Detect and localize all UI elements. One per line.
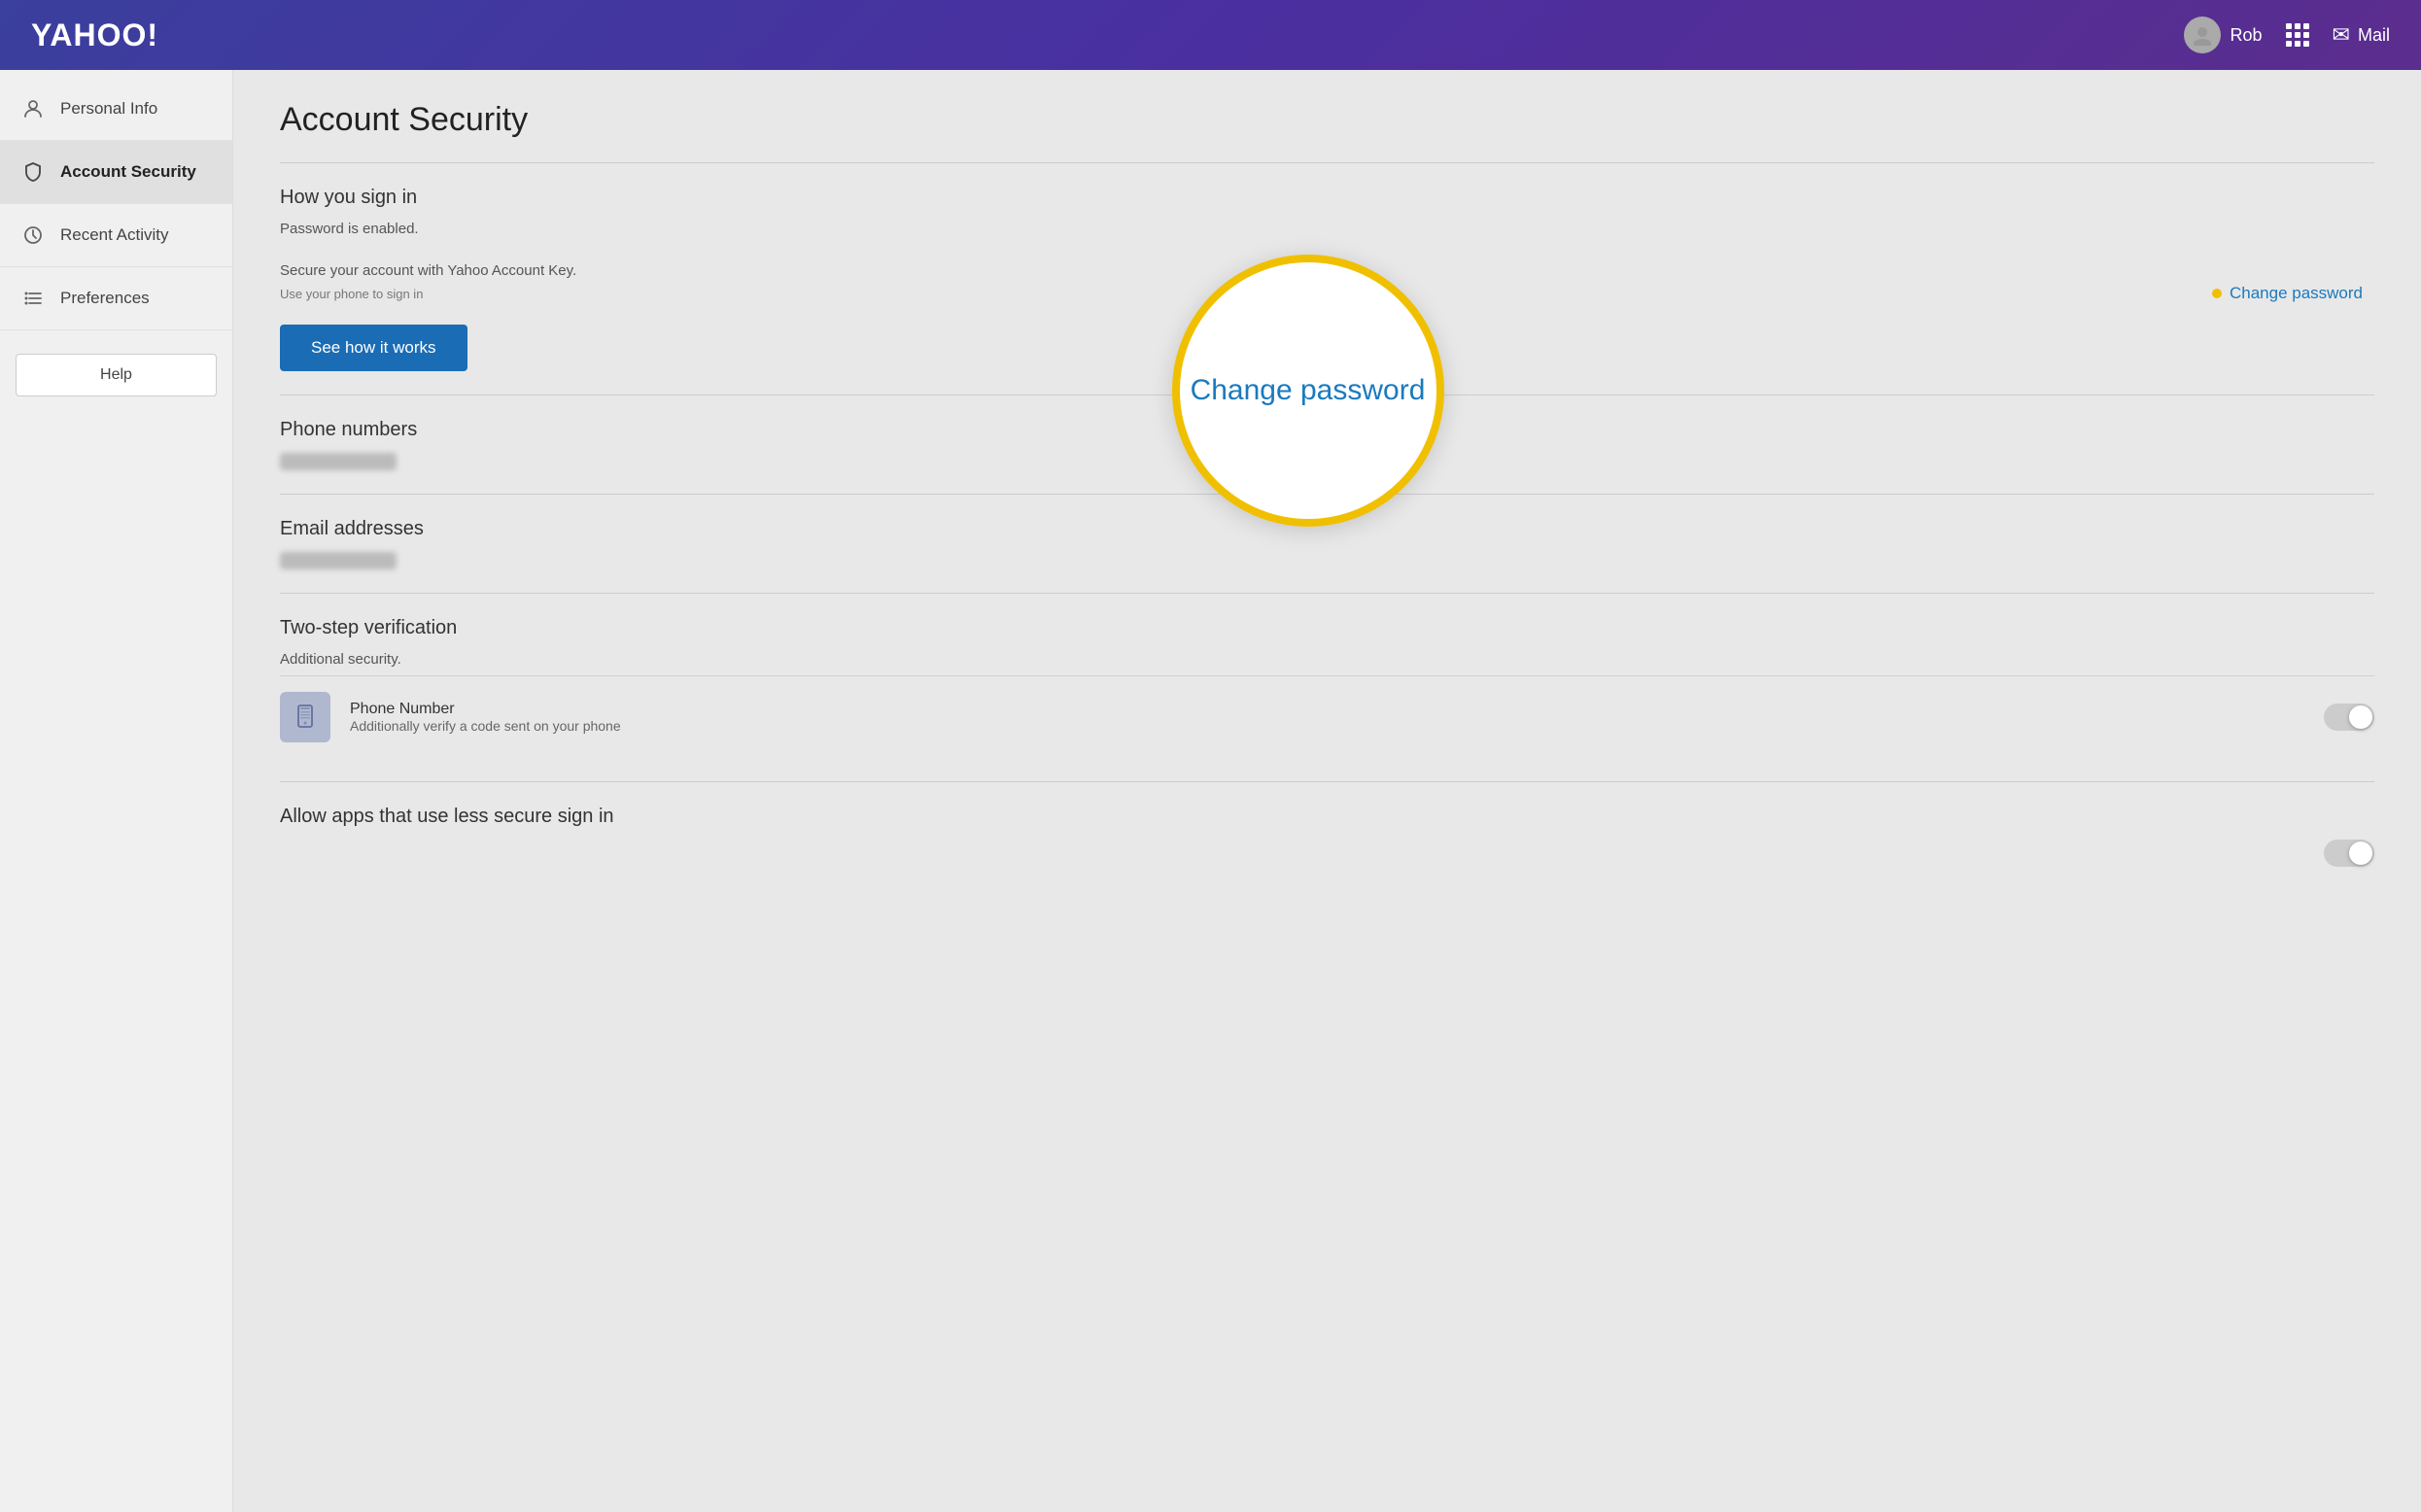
two-step-section: Two-step verification Additional securit… [280,593,2374,781]
sidebar-item-personal-info[interactable]: Personal Info [0,78,232,141]
header-right: Rob ✉ Mail [2184,17,2390,53]
main-content: Account Security How you sign in Passwor… [233,70,2421,1512]
apps-grid-icon[interactable] [2286,23,2309,47]
less-secure-title: Allow apps that use less secure sign in [280,806,2374,828]
toggle-knob-2 [2349,842,2372,865]
change-password-label: Change password [2230,284,2363,303]
magnify-label: Change password [1191,374,1426,407]
mail-label: Mail [2358,25,2390,46]
sidebar-item-label: Personal Info [60,99,157,119]
phone-number-name: Phone Number [350,701,2324,718]
mail-icon: ✉ [2333,22,2350,48]
avatar [2184,17,2221,53]
sidebar-item-preferences[interactable]: Preferences [0,267,232,330]
annotation-dot [2212,289,2222,298]
email-blurred [280,552,397,569]
app-header: YAHOO! Rob ✉ Mail [0,0,2421,70]
mail-link[interactable]: ✉ Mail [2333,22,2390,48]
phone-device-icon [280,692,330,742]
user-menu[interactable]: Rob [2184,17,2263,53]
sidebar-item-label: Recent Activity [60,225,169,245]
phone-number-toggle[interactable] [2324,704,2374,731]
magnify-overlay: Change password [1172,255,1444,527]
person-icon [19,95,47,122]
shield-icon [19,158,47,186]
phone-number-info: Phone Number Additionally verify a code … [350,701,2324,734]
toggle-knob [2349,705,2372,729]
page-layout: Personal Info Account Security Recent Ac… [0,70,2421,1512]
password-status: Password is enabled. [280,221,2374,237]
list-icon [19,285,47,312]
two-step-subtitle: Additional security. [280,651,2374,668]
less-secure-toggle[interactable] [2324,840,2374,867]
change-password-link[interactable]: Change password [2212,284,2363,303]
yahoo-logo: YAHOO! [31,17,158,53]
help-button[interactable]: Help [16,354,217,396]
sidebar-item-account-security[interactable]: Account Security [0,141,232,204]
page-title: Account Security [280,101,2374,139]
sign-in-title: How you sign in [280,187,2374,209]
phone-number-desc: Additionally verify a code sent on your … [350,718,2324,734]
see-how-button[interactable]: See how it works [280,325,467,371]
sidebar-item-label: Account Security [60,162,196,182]
username-label: Rob [2231,25,2263,46]
sidebar: Personal Info Account Security Recent Ac… [0,70,233,1512]
sidebar-item-recent-activity[interactable]: Recent Activity [0,204,232,267]
two-step-title: Two-step verification [280,617,2374,639]
phone-number-item: Phone Number Additionally verify a code … [280,675,2374,758]
phone-number-blurred [280,453,397,470]
sidebar-item-label: Preferences [60,289,150,308]
less-secure-section: Allow apps that use less secure sign in [280,781,2374,890]
clock-icon [19,222,47,249]
